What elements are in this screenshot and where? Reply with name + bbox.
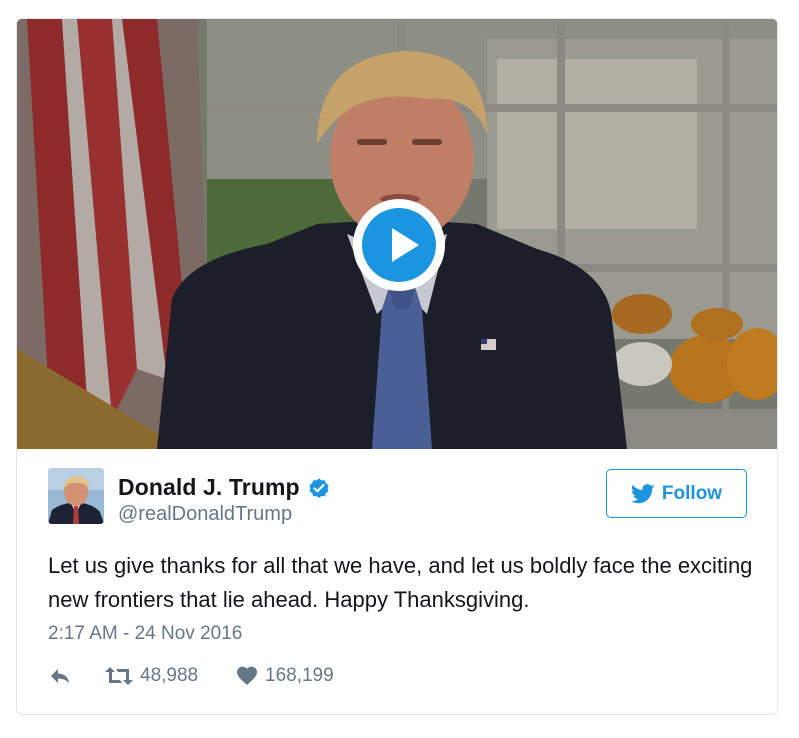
verified-badge-icon bbox=[307, 476, 331, 500]
twitter-bird-icon bbox=[630, 483, 655, 503]
avatar-image bbox=[48, 468, 104, 524]
tweet-text: Let us give thanks for all that we have,… bbox=[48, 553, 753, 612]
video-thumbnail[interactable] bbox=[17, 19, 777, 449]
author-name-row: Donald J. Trump bbox=[118, 474, 331, 501]
like-button[interactable]: 168,199 bbox=[235, 664, 334, 688]
like-count: 168,199 bbox=[265, 665, 334, 686]
author-handle[interactable]: @realDonaldTrump bbox=[118, 503, 292, 526]
retweet-icon bbox=[105, 667, 133, 685]
play-icon bbox=[392, 228, 419, 262]
reply-button[interactable] bbox=[48, 664, 72, 688]
play-button[interactable] bbox=[353, 199, 445, 291]
retweet-count: 48,988 bbox=[140, 665, 199, 686]
tweet-embed-card: Donald J. Trump @realDonaldTrump Follow … bbox=[16, 18, 778, 715]
avatar[interactable] bbox=[48, 468, 104, 524]
author-name[interactable]: Donald J. Trump bbox=[118, 474, 300, 501]
follow-label: Follow bbox=[661, 482, 723, 504]
play-button-circle bbox=[362, 208, 436, 282]
follow-button[interactable]: Follow bbox=[606, 469, 747, 518]
reply-icon bbox=[51, 669, 69, 683]
tweet-timestamp[interactable]: 2:17 AM - 24 Nov 2016 bbox=[48, 623, 242, 645]
retweet-button[interactable]: 48,988 bbox=[104, 664, 198, 688]
heart-icon bbox=[237, 666, 257, 685]
